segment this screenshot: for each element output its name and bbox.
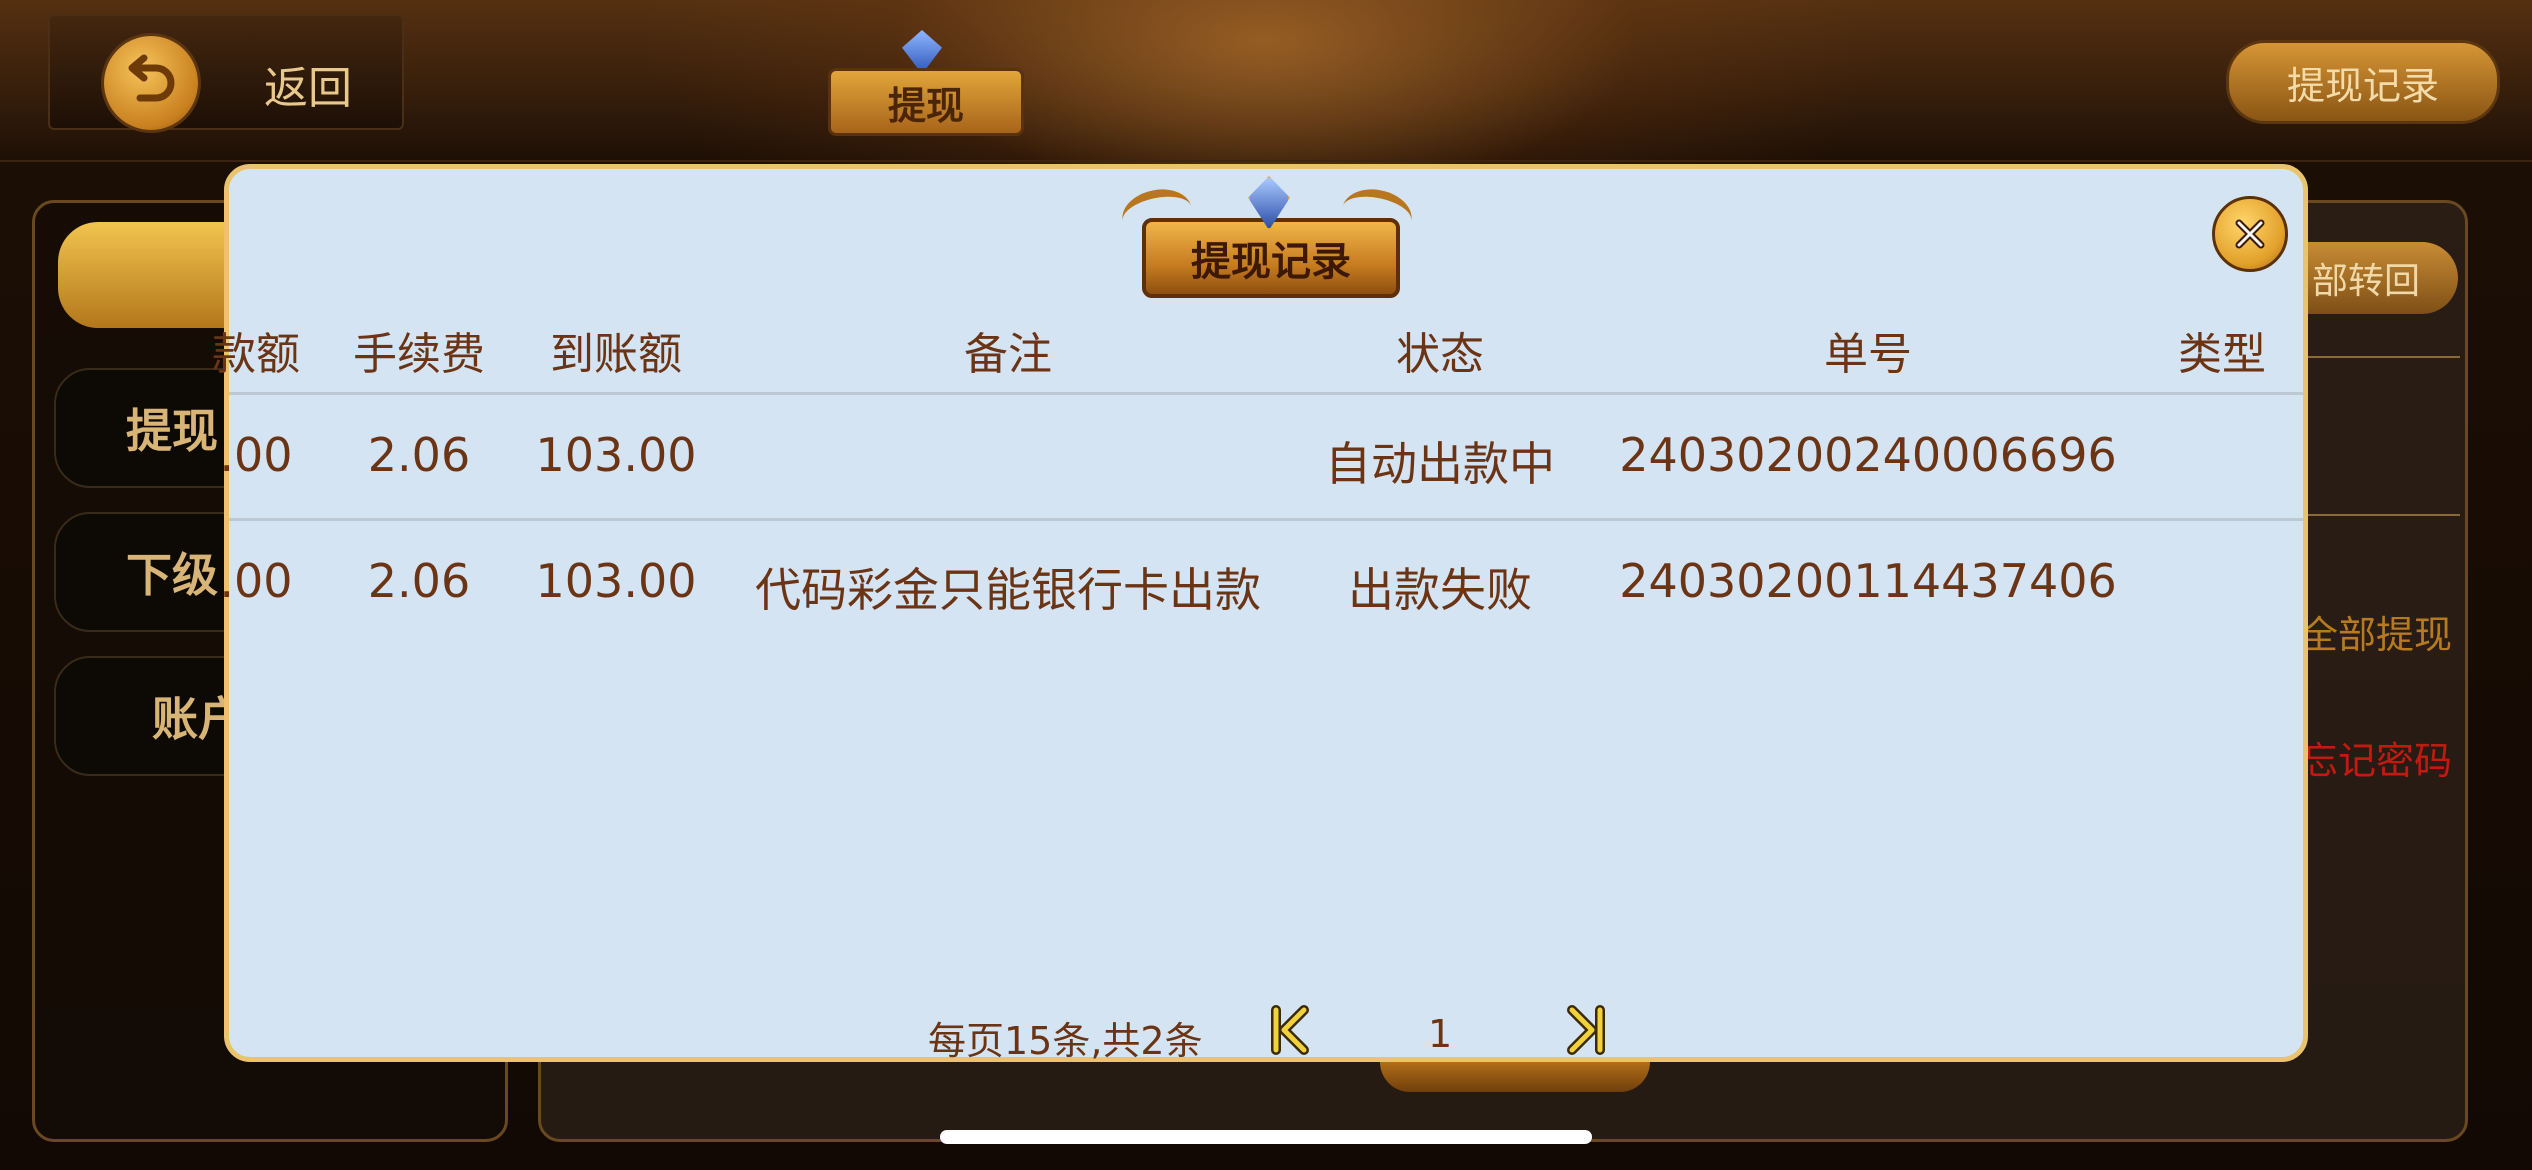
first-page-icon[interactable]	[1268, 1004, 1312, 1056]
pager-summary: 每页15条,共2条	[928, 1019, 1203, 1063]
forgot-password-link[interactable]: 忘记密码	[2300, 730, 2452, 785]
column-header-status: 状态	[1396, 329, 1484, 380]
withdraw-all-link[interactable]: 全部提现	[2300, 604, 2452, 659]
cell-received: 103.00	[535, 554, 697, 608]
divider	[2300, 356, 2460, 358]
sidebar-item-label: 下级	[126, 548, 218, 602]
cell-fee: 2.06	[367, 428, 471, 482]
back-arrow-icon[interactable]	[104, 36, 198, 130]
column-header-received: 到账额	[550, 329, 682, 380]
withdraw-record-button[interactable]: 提现记录	[2226, 40, 2500, 124]
divider	[2300, 514, 2460, 516]
column-header-type: 类型	[2178, 329, 2266, 380]
column-header-fee: 手续费	[353, 329, 485, 380]
cell-remark: 代码彩金只能银行卡出款	[755, 563, 1261, 617]
cell-fee: 2.06	[367, 554, 471, 608]
withdraw-record-modal	[224, 164, 2308, 1062]
column-header-remark: 备注	[964, 329, 1052, 380]
cell-received: 103.00	[535, 428, 697, 482]
page-title: 提现	[808, 30, 1038, 136]
page-title-text: 提现	[828, 68, 1024, 136]
cell-status: 出款失败	[1348, 563, 1532, 617]
cell-order-no: 24030200114437406	[1619, 554, 2117, 608]
modal-title: 提现记录	[1117, 176, 1417, 298]
cell-amount: .00	[219, 428, 293, 482]
modal-title-text: 提现记录	[1142, 218, 1400, 298]
row-divider	[229, 518, 2303, 521]
current-page: 1	[1428, 1012, 1453, 1056]
column-header-amount: 款额	[212, 329, 300, 380]
close-icon[interactable]	[2212, 196, 2288, 272]
cell-order-no: 24030200240006696	[1619, 428, 2117, 482]
sidebar-item-label: 提现	[126, 404, 218, 458]
home-indicator[interactable]	[940, 1130, 1592, 1144]
cell-status: 自动出款中	[1325, 437, 1555, 491]
back-label[interactable]: 返回	[264, 52, 352, 116]
last-page-icon[interactable]	[1564, 1004, 1608, 1056]
row-divider	[229, 392, 2303, 395]
cell-amount: .00	[219, 554, 293, 608]
column-header-order-no: 单号	[1824, 329, 1912, 380]
